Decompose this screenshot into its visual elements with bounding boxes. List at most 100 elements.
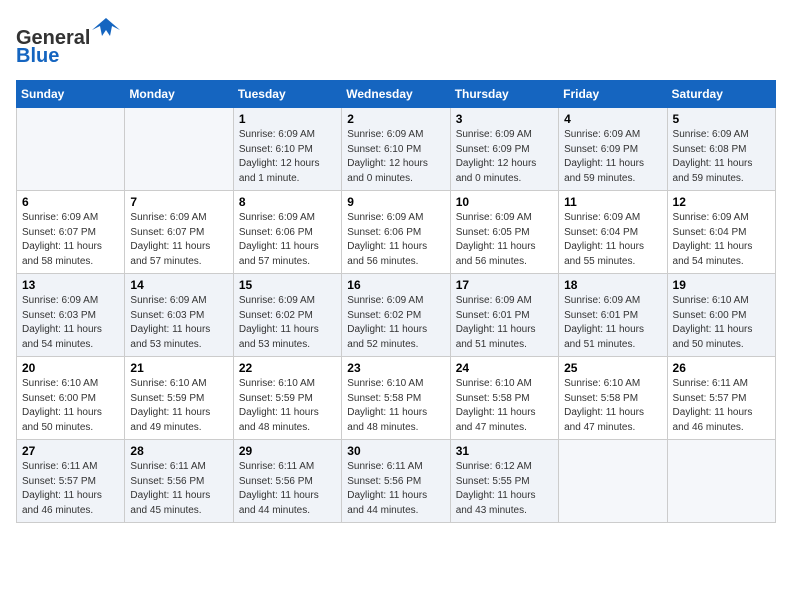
calendar-cell: 25 Sunrise: 6:10 AM Sunset: 5:58 PM Dayli… — [559, 357, 667, 440]
day-info: Sunrise: 6:09 AM Sunset: 6:07 PM Dayligh… — [130, 211, 227, 269]
calendar-cell: 26 Sunrise: 6:11 AM Sunset: 5:57 PM Dayli… — [667, 357, 775, 440]
day-number: 30 — [347, 444, 444, 458]
day-number: 20 — [22, 361, 119, 375]
day-info: Sunrise: 6:11 AM Sunset: 5:56 PM Dayligh… — [130, 460, 227, 518]
day-number: 18 — [564, 278, 661, 292]
day-number: 29 — [239, 444, 336, 458]
day-info: Sunrise: 6:09 AM Sunset: 6:04 PM Dayligh… — [673, 211, 770, 269]
day-info: Sunrise: 6:09 AM Sunset: 6:03 PM Dayligh… — [130, 294, 227, 352]
day-info: Sunrise: 6:11 AM Sunset: 5:56 PM Dayligh… — [239, 460, 336, 518]
day-number: 6 — [22, 195, 119, 209]
calendar-cell: 18 Sunrise: 6:09 AM Sunset: 6:01 PM Dayli… — [559, 274, 667, 357]
day-number: 25 — [564, 361, 661, 375]
day-info: Sunrise: 6:09 AM Sunset: 6:04 PM Dayligh… — [564, 211, 661, 269]
day-info: Sunrise: 6:10 AM Sunset: 5:58 PM Dayligh… — [347, 377, 444, 435]
calendar-cell: 6 Sunrise: 6:09 AM Sunset: 6:07 PM Daylig… — [17, 191, 125, 274]
day-number: 4 — [564, 112, 661, 126]
calendar-cell — [125, 108, 233, 191]
weekday-header-tuesday: Tuesday — [233, 81, 341, 108]
day-number: 10 — [456, 195, 553, 209]
calendar-cell: 17Sunrise: 6:09 AM Sunset: 6:01 PM Dayli… — [450, 274, 558, 357]
day-number: 3 — [456, 112, 553, 126]
day-number: 5 — [673, 112, 770, 126]
day-number: 16 — [347, 278, 444, 292]
calendar-cell: 22 Sunrise: 6:10 AM Sunset: 5:59 PM Dayli… — [233, 357, 341, 440]
calendar-cell: 16 Sunrise: 6:09 AM Sunset: 6:02 PM Dayli… — [342, 274, 450, 357]
calendar-cell: 14 Sunrise: 6:09 AM Sunset: 6:03 PM Dayli… — [125, 274, 233, 357]
calendar-cell: 21Sunrise: 6:10 AM Sunset: 5:59 PM Dayli… — [125, 357, 233, 440]
day-info: Sunrise: 6:10 AM Sunset: 6:00 PM Dayligh… — [673, 294, 770, 352]
day-info: Sunrise: 6:09 AM Sunset: 6:01 PM Dayligh… — [456, 294, 553, 352]
calendar-cell: 27 Sunrise: 6:11 AM Sunset: 5:57 PM Dayli… — [17, 440, 125, 523]
day-info: Sunrise: 6:09 AM Sunset: 6:08 PM Dayligh… — [673, 128, 770, 186]
day-info: Sunrise: 6:09 AM Sunset: 6:10 PM Dayligh… — [347, 128, 444, 186]
day-number: 28 — [130, 444, 227, 458]
day-number: 13 — [22, 278, 119, 292]
calendar-cell: 9 Sunrise: 6:09 AM Sunset: 6:06 PM Daylig… — [342, 191, 450, 274]
day-number: 2 — [347, 112, 444, 126]
day-info: Sunrise: 6:09 AM Sunset: 6:02 PM Dayligh… — [347, 294, 444, 352]
calendar-cell: 11 Sunrise: 6:09 AM Sunset: 6:04 PM Dayli… — [559, 191, 667, 274]
calendar-cell: 31 Sunrise: 6:12 AM Sunset: 5:55 PM Dayli… — [450, 440, 558, 523]
calendar-cell: 2 Sunrise: 6:09 AM Sunset: 6:10 PM Daylig… — [342, 108, 450, 191]
day-info: Sunrise: 6:09 AM Sunset: 6:02 PM Dayligh… — [239, 294, 336, 352]
calendar-cell — [559, 440, 667, 523]
weekday-header-monday: Monday — [125, 81, 233, 108]
day-number: 11 — [564, 195, 661, 209]
day-number: 19 — [673, 278, 770, 292]
day-number: 14 — [130, 278, 227, 292]
calendar-cell: 23 Sunrise: 6:10 AM Sunset: 5:58 PM Dayli… — [342, 357, 450, 440]
calendar-cell: 24 Sunrise: 6:10 AM Sunset: 5:58 PM Dayli… — [450, 357, 558, 440]
day-info: Sunrise: 6:09 AM Sunset: 6:05 PM Dayligh… — [456, 211, 553, 269]
calendar-cell — [17, 108, 125, 191]
day-info: Sunrise: 6:09 AM Sunset: 6:06 PM Dayligh… — [347, 211, 444, 269]
day-number: 31 — [456, 444, 553, 458]
calendar-cell: 4 Sunrise: 6:09 AM Sunset: 6:09 PM Daylig… — [559, 108, 667, 191]
weekday-header-row: SundayMondayTuesdayWednesdayThursdayFrid… — [17, 81, 776, 108]
day-info: Sunrise: 6:11 AM Sunset: 5:57 PM Dayligh… — [673, 377, 770, 435]
calendar-cell: 20 Sunrise: 6:10 AM Sunset: 6:00 PM Dayli… — [17, 357, 125, 440]
day-info: Sunrise: 6:10 AM Sunset: 5:59 PM Dayligh… — [130, 377, 227, 435]
calendar-cell: 5 Sunrise: 6:09 AM Sunset: 6:08 PM Daylig… — [667, 108, 775, 191]
calendar-table: SundayMondayTuesdayWednesdayThursdayFrid… — [16, 80, 776, 523]
week-row-2: 6 Sunrise: 6:09 AM Sunset: 6:07 PM Daylig… — [17, 191, 776, 274]
weekday-header-friday: Friday — [559, 81, 667, 108]
day-info: Sunrise: 6:10 AM Sunset: 6:00 PM Dayligh… — [22, 377, 119, 435]
logo-bird-icon — [92, 16, 120, 44]
day-number: 23 — [347, 361, 444, 375]
day-info: Sunrise: 6:09 AM Sunset: 6:01 PM Dayligh… — [564, 294, 661, 352]
day-info: Sunrise: 6:10 AM Sunset: 5:58 PM Dayligh… — [456, 377, 553, 435]
calendar-cell: 30 Sunrise: 6:11 AM Sunset: 5:56 PM Dayli… — [342, 440, 450, 523]
calendar-cell: 28 Sunrise: 6:11 AM Sunset: 5:56 PM Dayli… — [125, 440, 233, 523]
day-number: 22 — [239, 361, 336, 375]
calendar-cell: 13 Sunrise: 6:09 AM Sunset: 6:03 PM Dayli… — [17, 274, 125, 357]
day-info: Sunrise: 6:09 AM Sunset: 6:03 PM Dayligh… — [22, 294, 119, 352]
week-row-5: 27 Sunrise: 6:11 AM Sunset: 5:57 PM Dayli… — [17, 440, 776, 523]
week-row-4: 20 Sunrise: 6:10 AM Sunset: 6:00 PM Dayli… — [17, 357, 776, 440]
weekday-header-wednesday: Wednesday — [342, 81, 450, 108]
day-number: 9 — [347, 195, 444, 209]
day-info: Sunrise: 6:09 AM Sunset: 6:07 PM Dayligh… — [22, 211, 119, 269]
day-number: 1 — [239, 112, 336, 126]
calendar-cell: 29 Sunrise: 6:11 AM Sunset: 5:56 PM Dayli… — [233, 440, 341, 523]
day-info: Sunrise: 6:10 AM Sunset: 5:59 PM Dayligh… — [239, 377, 336, 435]
day-number: 27 — [22, 444, 119, 458]
day-number: 12 — [673, 195, 770, 209]
week-row-3: 13 Sunrise: 6:09 AM Sunset: 6:03 PM Dayli… — [17, 274, 776, 357]
day-info: Sunrise: 6:11 AM Sunset: 5:56 PM Dayligh… — [347, 460, 444, 518]
day-info: Sunrise: 6:09 AM Sunset: 6:06 PM Dayligh… — [239, 211, 336, 269]
day-info: Sunrise: 6:09 AM Sunset: 6:09 PM Dayligh… — [564, 128, 661, 186]
day-number: 24 — [456, 361, 553, 375]
calendar-cell: 10 Sunrise: 6:09 AM Sunset: 6:05 PM Dayli… — [450, 191, 558, 274]
day-info: Sunrise: 6:11 AM Sunset: 5:57 PM Dayligh… — [22, 460, 119, 518]
calendar-cell: 8Sunrise: 6:09 AM Sunset: 6:06 PM Daylig… — [233, 191, 341, 274]
day-info: Sunrise: 6:12 AM Sunset: 5:55 PM Dayligh… — [456, 460, 553, 518]
day-info: Sunrise: 6:09 AM Sunset: 6:09 PM Dayligh… — [456, 128, 553, 186]
weekday-header-saturday: Saturday — [667, 81, 775, 108]
calendar-cell — [667, 440, 775, 523]
day-number: 7 — [130, 195, 227, 209]
logo: General Blue — [16, 16, 120, 68]
calendar-cell: 12 Sunrise: 6:09 AM Sunset: 6:04 PM Dayli… — [667, 191, 775, 274]
day-number: 26 — [673, 361, 770, 375]
day-info: Sunrise: 6:10 AM Sunset: 5:58 PM Dayligh… — [564, 377, 661, 435]
